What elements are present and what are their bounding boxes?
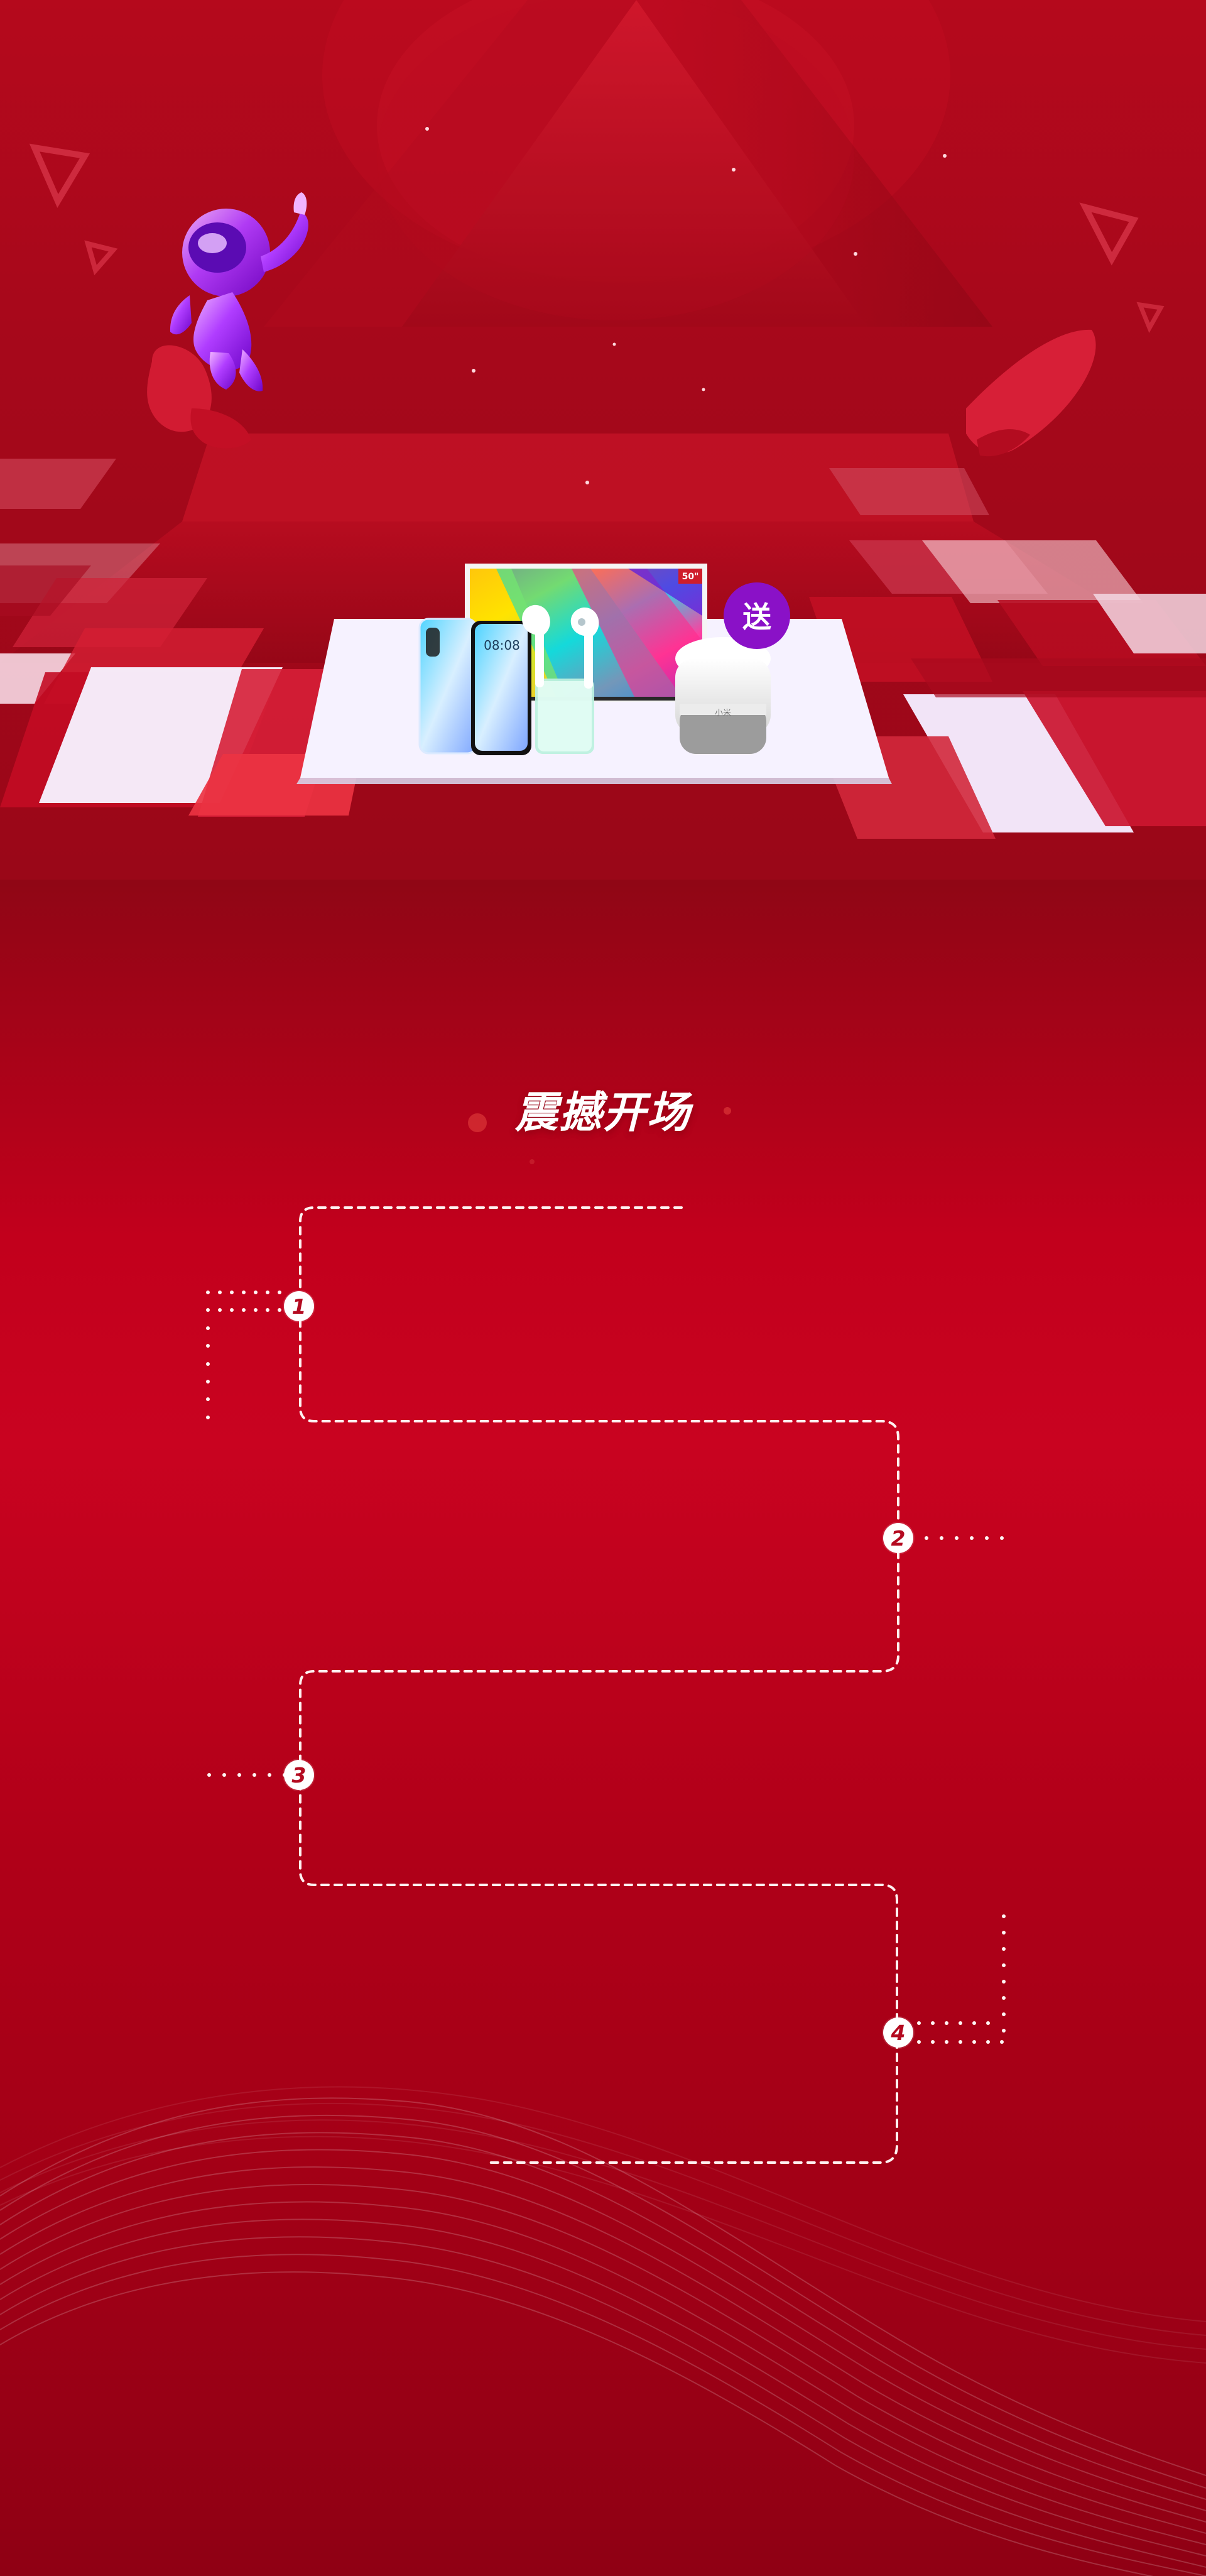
hero-banner: 50" 08:08 小米 送 [0, 0, 1206, 880]
wave-line-decoration [0, 2086, 1206, 2576]
timeline-step-2-badge: 2 [883, 1523, 913, 1553]
gift-badge: 送 [742, 600, 771, 634]
hero-illustration: 50" 08:08 小米 送 [0, 0, 1206, 880]
speaker-brand: 小米 [715, 709, 731, 718]
timeline-step-3-badge: 3 [284, 1760, 314, 1790]
tv-size-badge: 50" [682, 572, 699, 582]
campaign-page: 50" 08:08 小米 送 震撼开场 1 2 3 4 [0, 0, 1206, 2576]
speaker-icon: 小米 [675, 637, 771, 754]
section-title: 震撼开场 [514, 1088, 691, 1138]
timeline-step-1-badge: 1 [284, 1291, 314, 1321]
phone-time: 08:08 [484, 638, 520, 653]
